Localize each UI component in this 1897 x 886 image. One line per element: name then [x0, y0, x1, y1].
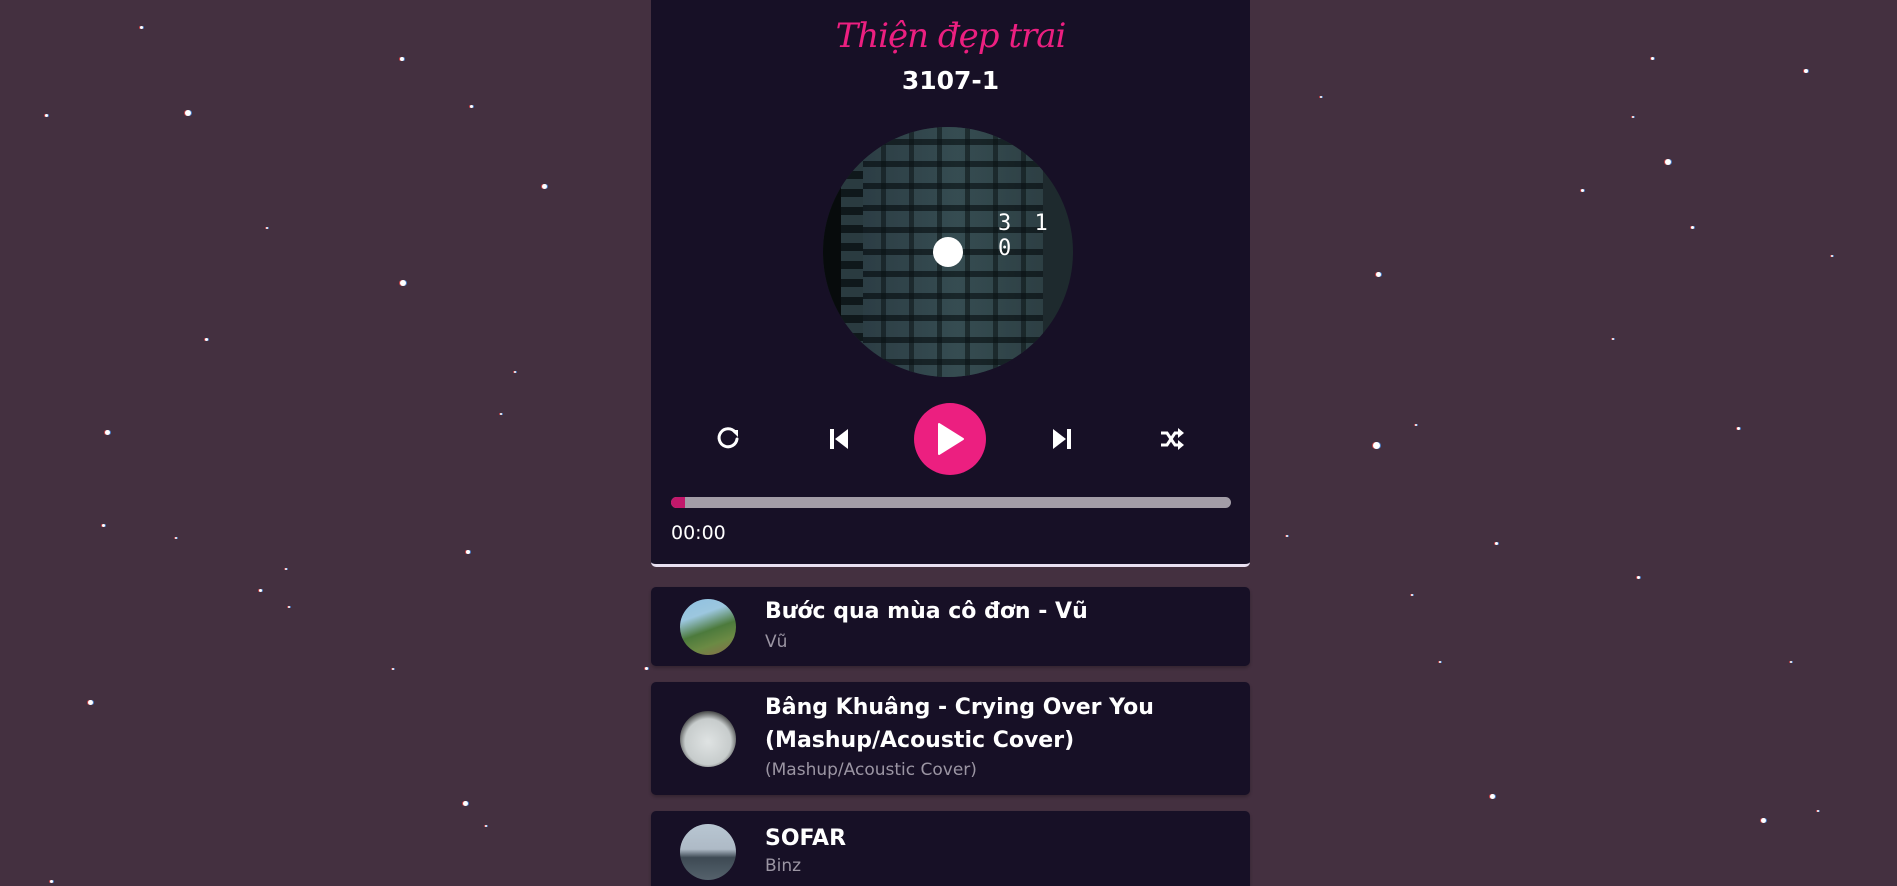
star [466, 550, 470, 554]
star [105, 430, 110, 435]
song-title: SOFAR [765, 826, 847, 851]
song-thumbnail [680, 711, 736, 767]
star [1691, 226, 1694, 229]
cd-artwork: 3 1 0 [823, 127, 1073, 377]
song-artist: Binz [765, 856, 802, 876]
star [205, 338, 208, 341]
song-thumbnail [680, 824, 736, 880]
star [1581, 189, 1584, 192]
playlist-item[interactable]: Bâng Khuâng - Crying Over You (Mashup/Ac… [651, 682, 1250, 795]
star [400, 57, 404, 61]
star [1373, 442, 1380, 449]
shuffle-button[interactable] [1155, 422, 1189, 456]
star [185, 110, 191, 116]
play-icon [938, 423, 964, 455]
star [1831, 255, 1833, 257]
song-title: Bước qua mùa cô đơn - Vũ [765, 599, 1088, 624]
star [45, 114, 48, 117]
skip-forward-icon [1053, 429, 1071, 449]
current-time: 00:00 [671, 522, 726, 544]
star [1411, 594, 1413, 596]
star [645, 667, 648, 670]
star [1490, 794, 1495, 799]
now-playing-title: 3107-1 [901, 66, 1000, 95]
star [1495, 542, 1498, 545]
star [1632, 116, 1634, 118]
star [285, 568, 287, 570]
star [140, 26, 143, 29]
star [514, 371, 516, 373]
next-button[interactable] [1045, 422, 1079, 456]
cd-center-hole [933, 237, 963, 267]
repeat-icon [717, 427, 739, 449]
song-thumbnail [680, 599, 736, 655]
song-title: Bâng Khuâng - Crying Over You (Mashup/Ac… [765, 695, 1154, 753]
star [88, 700, 93, 705]
star [1286, 535, 1288, 537]
star [1790, 661, 1792, 663]
star [1376, 272, 1381, 277]
playlist-item[interactable]: Bước qua mùa cô đơn - Vũ Vũ [651, 587, 1250, 666]
skip-back-icon [830, 429, 848, 449]
star [500, 413, 502, 415]
progress-bar[interactable] [671, 497, 1231, 508]
star [266, 227, 268, 229]
star [542, 184, 547, 189]
star [470, 105, 473, 108]
star [1439, 661, 1441, 663]
star [1761, 818, 1766, 823]
playlist-item[interactable]: SOFAR Binz [651, 811, 1250, 886]
star [1415, 424, 1417, 426]
star [288, 606, 290, 608]
cd-overlay-text: 3 1 0 [998, 211, 1053, 261]
star [259, 589, 262, 592]
star [1665, 159, 1671, 165]
star [392, 668, 394, 670]
star [102, 524, 105, 527]
star [1612, 338, 1614, 340]
star [175, 537, 177, 539]
star [50, 880, 53, 883]
star [400, 280, 406, 286]
star [1320, 96, 1322, 98]
shuffle-icon [1161, 428, 1184, 450]
song-artist: Vũ [765, 632, 788, 652]
star [1804, 69, 1808, 73]
brand-title: Thiện đẹp trai [835, 16, 1067, 56]
star [1737, 427, 1740, 430]
star [1651, 57, 1654, 60]
previous-button[interactable] [822, 422, 856, 456]
album-art-shadow [841, 127, 863, 377]
playback-controls [651, 403, 1250, 475]
star [485, 825, 487, 827]
song-artist: (Mashup/Acoustic Cover) [765, 760, 977, 780]
progress-fill [671, 497, 685, 508]
play-button[interactable] [914, 403, 986, 475]
star [463, 801, 468, 806]
player-dashboard: Thiện đẹp trai 3107-1 3 1 0 00:00 [651, 0, 1250, 567]
cd-edge [823, 127, 841, 377]
star [1637, 576, 1640, 579]
star [1817, 810, 1819, 812]
repeat-button[interactable] [711, 422, 745, 456]
